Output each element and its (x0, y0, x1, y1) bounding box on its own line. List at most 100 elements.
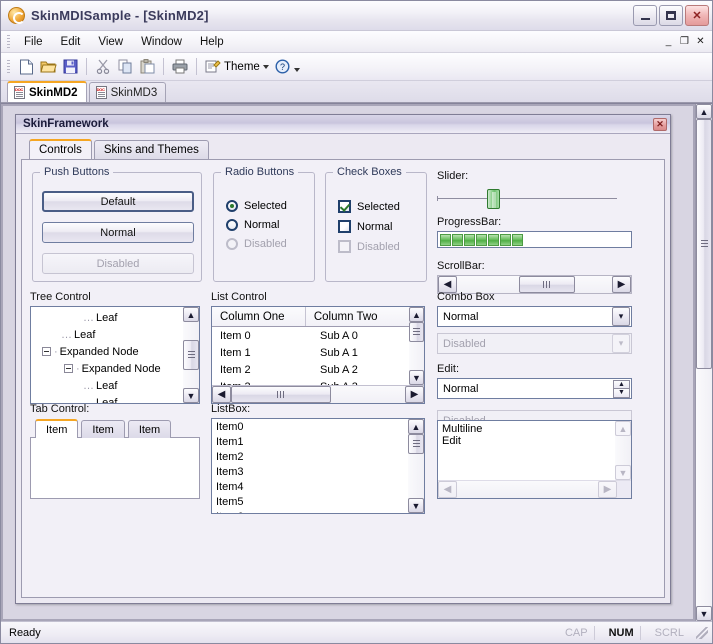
table-row[interactable]: Item 3 Sub A 3 (212, 378, 409, 386)
listbox-vertical-scrollbar[interactable]: ▲ ▼ (408, 419, 424, 513)
list-horizontal-scrollbar[interactable]: ◀ ▶ (212, 385, 424, 403)
slider-track[interactable] (437, 196, 617, 201)
tab-skins-and-themes[interactable]: Skins and Themes (93, 140, 209, 159)
help-icon[interactable]: ? (272, 56, 294, 78)
menu-item-file[interactable]: File (15, 33, 52, 51)
toolbar-grip[interactable] (7, 59, 10, 74)
mdi-scroll-thumb[interactable] (696, 119, 712, 369)
tab-control-tab-3[interactable]: Item (127, 420, 172, 438)
radio-option-normal[interactable]: Normal (226, 219, 287, 231)
spinner-control[interactable]: ▲ ▼ (613, 379, 630, 398)
tree-item[interactable]: … Leaf (31, 377, 183, 394)
menu-item-view[interactable]: View (89, 33, 132, 51)
menu-item-edit[interactable]: Edit (52, 33, 90, 51)
mdi-vertical-scrollbar[interactable]: ▲ ▼ (695, 104, 712, 621)
cut-icon[interactable] (92, 56, 114, 78)
chevron-down-icon[interactable] (262, 64, 269, 69)
tree-vertical-scrollbar[interactable]: ▲ ▼ (183, 307, 199, 403)
mdi-scroll-up-button[interactable]: ▲ (696, 104, 712, 119)
close-button[interactable]: ✕ (685, 5, 709, 26)
tree-control[interactable]: … Leaf … Leaf · Expanded Node · Expanded… (30, 306, 200, 404)
mdi-tab-skinmd2[interactable]: SkinMD2 (7, 81, 87, 102)
toolbar-overflow-chevron-icon[interactable] (293, 68, 300, 72)
mdi-scroll-track[interactable] (696, 119, 712, 606)
checkbox-option-normal[interactable]: Normal (338, 220, 400, 233)
scroll-down-button[interactable]: ▼ (183, 388, 199, 403)
mdi-tab-skinmd3[interactable]: SkinMD3 (88, 82, 167, 102)
list-item[interactable]: Item3 (212, 466, 408, 481)
list-item[interactable]: Item4 (212, 481, 408, 496)
checkbox-label: Normal (357, 220, 393, 233)
radio-option-selected[interactable]: Selected (226, 200, 287, 212)
resize-grip-icon[interactable] (696, 626, 708, 639)
scroll-thumb[interactable] (183, 340, 199, 370)
list-item[interactable]: Item5 (212, 496, 408, 511)
open-folder-icon[interactable] (37, 56, 59, 78)
slider[interactable] (437, 189, 617, 209)
edit-field-normal[interactable]: Normal ▲ ▼ (437, 378, 632, 399)
menu-grip[interactable] (7, 34, 10, 49)
multiline-edit[interactable]: Multiline Edit ▲ ▼ ◀ ▶ (437, 420, 632, 499)
print-icon[interactable] (169, 56, 191, 78)
scroll-up-button[interactable]: ▲ (408, 419, 424, 434)
scroll-left-button[interactable]: ◀ (212, 386, 231, 403)
list-item[interactable]: Item0 (212, 421, 408, 436)
column-header-two[interactable]: Column Two (306, 307, 409, 326)
collapse-expander-icon[interactable] (42, 347, 51, 356)
mdi-minimize-button[interactable]: _ (661, 34, 676, 49)
save-icon[interactable] (59, 56, 81, 78)
paste-icon[interactable] (136, 56, 158, 78)
scroll-down-button[interactable]: ▼ (408, 370, 424, 385)
scroll-thumb[interactable] (408, 322, 424, 342)
theme-dropdown-button[interactable]: Theme (202, 59, 272, 74)
tab-control-tab-1[interactable]: Item (35, 419, 79, 438)
menu-item-help[interactable]: Help (191, 33, 233, 51)
dialog-close-button[interactable]: ✕ (653, 117, 667, 131)
spin-up-icon[interactable]: ▲ (613, 379, 630, 389)
scroll-up-button[interactable]: ▲ (408, 307, 424, 322)
list-vertical-scrollbar[interactable]: ▲ ▼ (408, 307, 424, 385)
mdi-close-button[interactable]: ✕ (693, 34, 708, 49)
list-control[interactable]: Column One Column Two Item 0 Sub A 0 Ite… (211, 306, 425, 404)
chevron-down-icon[interactable]: ▾ (612, 307, 630, 326)
menu-item-window[interactable]: Window (132, 33, 191, 51)
combo-box-normal[interactable]: Normal ▾ (437, 306, 632, 327)
mdi-restore-button[interactable]: ❐ (677, 34, 692, 49)
list-item[interactable]: Item1 (212, 436, 408, 451)
listbox[interactable]: Item0 Item1 Item2 Item3 Item4 Item5 Item… (211, 418, 425, 514)
maximize-button[interactable] (659, 5, 683, 26)
tab-controls[interactable]: Controls (29, 139, 92, 159)
tree-item[interactable]: … Leaf (31, 326, 183, 343)
scroll-track[interactable] (408, 322, 424, 370)
scroll-thumb[interactable] (408, 434, 424, 454)
tree-item[interactable]: · Expanded Node (31, 360, 183, 377)
mdi-scroll-down-button[interactable]: ▼ (696, 606, 712, 621)
collapse-expander-icon[interactable] (64, 364, 73, 373)
normal-button[interactable]: Normal (42, 222, 194, 243)
tree-item[interactable]: … Leaf (31, 394, 183, 404)
scroll-track[interactable] (183, 322, 199, 388)
default-button[interactable]: Default (42, 191, 194, 212)
scroll-track[interactable] (231, 386, 405, 403)
multiline-edit-text[interactable]: Multiline Edit (438, 421, 615, 480)
scroll-thumb[interactable] (231, 386, 331, 403)
tree-item[interactable]: · Expanded Node (31, 343, 183, 360)
list-item[interactable]: Item6 (212, 511, 408, 513)
copy-icon[interactable] (114, 56, 136, 78)
table-row[interactable]: Item 2 Sub A 2 (212, 361, 409, 378)
tab-control-tab-2[interactable]: Item (81, 420, 125, 438)
scroll-up-button[interactable]: ▲ (183, 307, 199, 322)
spin-down-icon[interactable]: ▼ (613, 388, 630, 398)
tree-item[interactable]: … Leaf (31, 309, 183, 326)
checkbox-option-selected[interactable]: Selected (338, 200, 400, 213)
scroll-down-button[interactable]: ▼ (408, 498, 424, 513)
column-header-one[interactable]: Column One (212, 307, 306, 326)
table-row[interactable]: Item 1 Sub A 1 (212, 344, 409, 361)
list-item[interactable]: Item2 (212, 451, 408, 466)
table-row[interactable]: Item 0 Sub A 0 (212, 327, 409, 344)
minimize-button[interactable] (633, 5, 657, 26)
scroll-right-button[interactable]: ▶ (405, 386, 424, 403)
slider-thumb[interactable] (487, 189, 500, 209)
new-document-icon[interactable] (15, 56, 37, 78)
scroll-track[interactable] (408, 434, 424, 498)
